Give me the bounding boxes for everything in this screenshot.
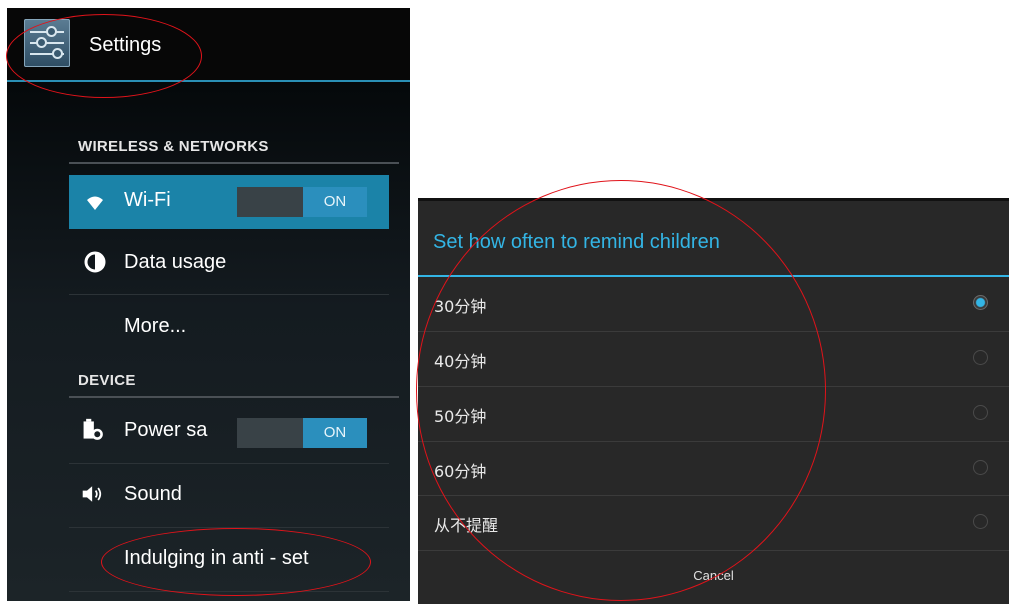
section-divider: [69, 162, 399, 164]
annotation-ellipse-settings: [6, 14, 202, 98]
wifi-icon: [87, 196, 103, 210]
section-header-wireless: WIRELESS & NETWORKS: [78, 138, 269, 155]
settings-item-sound[interactable]: Sound: [69, 466, 389, 526]
radio-unselected-icon[interactable]: [973, 460, 988, 475]
annotation-ellipse-anti-addiction: [101, 528, 371, 596]
settings-item-label: Sound: [124, 483, 182, 505]
battery-settings-icon: [83, 418, 103, 440]
settings-item-power-saving[interactable]: Power sa ON: [69, 402, 389, 462]
settings-item-more[interactable]: More...: [69, 298, 389, 358]
toggle-state: ON: [303, 418, 367, 448]
section-divider: [69, 396, 399, 398]
section-header-device: DEVICE: [78, 372, 136, 389]
toggle-state: ON: [303, 187, 367, 217]
divider: [69, 294, 389, 295]
settings-screen: Settings WIRELESS & NETWORKS Wi-Fi ON Da…: [7, 8, 410, 601]
settings-item-label: Wi-Fi: [124, 189, 171, 211]
data-usage-icon: [84, 251, 106, 273]
radio-unselected-icon[interactable]: [973, 514, 988, 529]
wifi-toggle[interactable]: ON: [237, 187, 367, 217]
radio-unselected-icon[interactable]: [973, 405, 988, 420]
radio-selected-icon[interactable]: [973, 295, 988, 310]
radio-unselected-icon[interactable]: [973, 350, 988, 365]
settings-item-label: More...: [124, 315, 187, 337]
settings-item-data-usage[interactable]: Data usage: [69, 234, 389, 294]
settings-item-label: Data usage: [124, 251, 227, 273]
annotation-ellipse-dialog: [416, 180, 826, 601]
settings-item-label: Power sa: [124, 419, 208, 441]
speaker-icon: [82, 486, 102, 502]
divider: [69, 463, 389, 464]
settings-item-wifi[interactable]: Wi-Fi ON: [69, 175, 389, 229]
power-saving-toggle[interactable]: ON: [237, 418, 367, 448]
